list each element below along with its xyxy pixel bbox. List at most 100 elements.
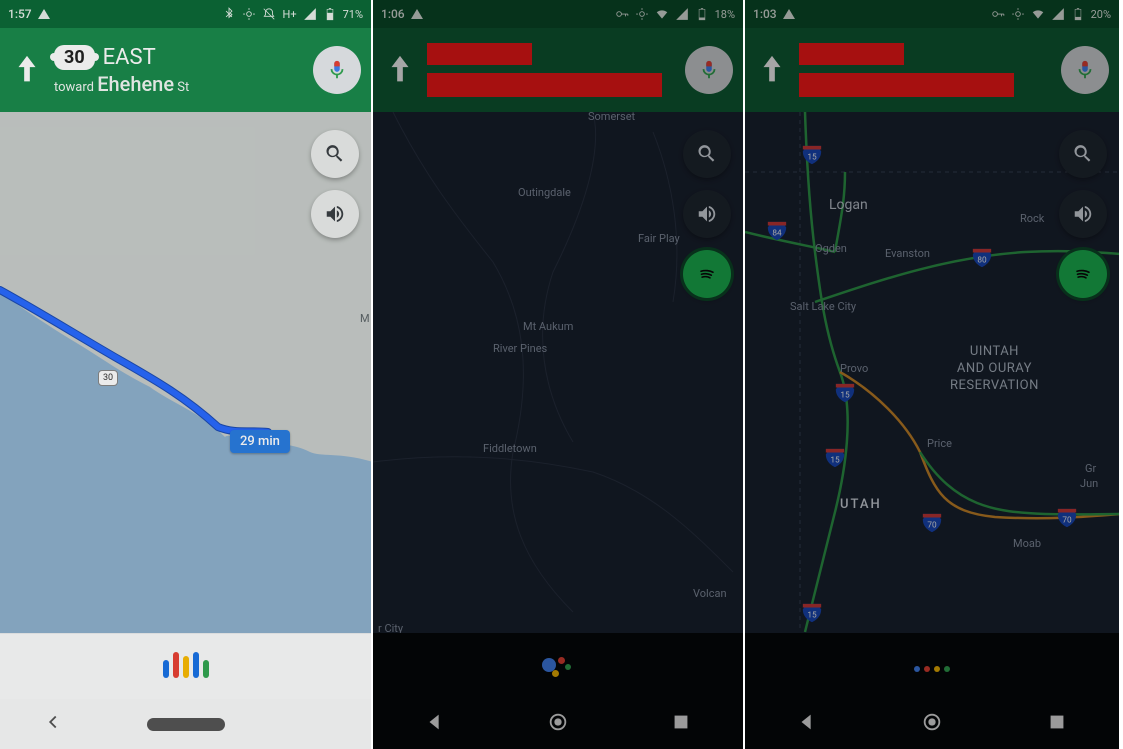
search-icon xyxy=(696,143,718,165)
system-nav-bar xyxy=(745,699,1119,749)
spotify-button[interactable] xyxy=(683,250,731,298)
status-time: 1:57 xyxy=(8,7,32,21)
home-button[interactable] xyxy=(921,711,943,737)
screenshot-1: 1:57 H+ 71% 30 EAST toward Ehehene St xyxy=(0,0,373,749)
map-label: Jun xyxy=(1080,477,1098,490)
signal-icon xyxy=(675,7,689,21)
map-label: Logan xyxy=(829,197,868,213)
map-label: Price xyxy=(927,437,952,450)
system-nav-bar xyxy=(373,699,743,749)
map-label: Salt Lake City xyxy=(790,300,856,313)
bluetooth-icon xyxy=(222,7,236,21)
search-icon xyxy=(324,143,346,165)
sound-icon xyxy=(696,203,718,225)
svg-text:15: 15 xyxy=(830,456,840,466)
svg-text:70: 70 xyxy=(1062,516,1072,526)
interstate-shield: 15 xyxy=(823,447,847,469)
voice-button[interactable] xyxy=(685,46,733,94)
sound-button[interactable] xyxy=(1059,190,1107,238)
toward-suffix: St xyxy=(177,80,189,95)
status-time: 1:06 xyxy=(381,7,405,21)
system-nav-bar xyxy=(0,699,371,749)
status-time: 1:03 xyxy=(753,7,777,21)
nav-indicator-icon xyxy=(783,9,795,19)
back-button[interactable] xyxy=(42,711,64,737)
battery-icon xyxy=(323,7,337,21)
interstate-shield: 70 xyxy=(920,512,944,534)
map-label: Ogden xyxy=(815,242,847,255)
redaction-box xyxy=(427,43,532,65)
direction-text: 30 EAST toward Ehehene St xyxy=(54,45,313,96)
sound-icon xyxy=(1072,203,1094,225)
sound-button[interactable] xyxy=(683,190,731,238)
map-label: Provo xyxy=(840,362,868,375)
toward-street: Ehehene xyxy=(97,72,174,96)
home-button[interactable] xyxy=(547,711,569,737)
sound-icon xyxy=(324,203,346,225)
svg-text:84: 84 xyxy=(772,229,782,239)
map-label: Outingdale xyxy=(518,186,571,199)
assistant-bar[interactable] xyxy=(0,633,371,699)
interstate-shield: 15 xyxy=(800,144,824,166)
spotify-button[interactable] xyxy=(1059,250,1107,298)
redaction-box xyxy=(427,73,662,97)
assistant-bar[interactable] xyxy=(745,633,1119,699)
interstate-shield: 80 xyxy=(970,247,994,269)
status-bar: 1:06 18% xyxy=(373,0,743,28)
mic-icon xyxy=(1074,59,1096,81)
search-button[interactable] xyxy=(683,130,731,178)
map-label: M xyxy=(360,312,370,325)
signal-icon xyxy=(303,7,317,21)
route-shield: 30 xyxy=(54,45,95,70)
wifi-icon xyxy=(655,7,669,21)
location-icon xyxy=(242,7,256,21)
redaction-box xyxy=(799,43,904,65)
mic-icon xyxy=(326,59,348,81)
sound-button[interactable] xyxy=(311,190,359,238)
search-button[interactable] xyxy=(1059,130,1107,178)
search-icon xyxy=(1072,143,1094,165)
status-bar: 1:03 20% xyxy=(745,0,1119,28)
battery-percent: 18% xyxy=(715,8,735,21)
interstate-shield: 15 xyxy=(833,382,857,404)
status-icons: 18% xyxy=(615,7,735,21)
recents-button[interactable] xyxy=(670,711,692,737)
direction-label: EAST xyxy=(103,45,156,70)
navigation-header[interactable] xyxy=(745,28,1119,112)
search-button[interactable] xyxy=(311,130,359,178)
navigation-header[interactable]: 30 EAST toward Ehehene St xyxy=(0,28,371,112)
status-icons: 20% xyxy=(991,7,1111,21)
battery-percent: 71% xyxy=(343,8,363,21)
battery-icon xyxy=(695,7,709,21)
assistant-dots-icon xyxy=(538,654,578,678)
redaction-box xyxy=(799,73,1014,97)
route-shield-marker: 30 xyxy=(98,370,118,386)
spotify-icon xyxy=(696,263,718,285)
recents-button[interactable] xyxy=(1046,711,1068,737)
battery-icon xyxy=(1071,7,1085,21)
region-label: UINTAH AND OURAY RESERVATION xyxy=(950,344,1039,395)
svg-text:15: 15 xyxy=(807,611,817,621)
voice-button[interactable] xyxy=(313,46,361,94)
assistant-bar[interactable] xyxy=(373,633,743,699)
direction-text-redacted xyxy=(799,43,1061,97)
map-label: Evanston xyxy=(885,247,930,260)
location-icon xyxy=(635,7,649,21)
back-button[interactable] xyxy=(424,711,446,737)
interstate-shield: 70 xyxy=(1055,507,1079,529)
direction-text-redacted xyxy=(427,43,685,97)
direction-arrow-icon xyxy=(10,53,44,87)
interstate-shield: 15 xyxy=(800,602,824,624)
vpn-key-icon xyxy=(615,7,629,21)
screenshot-2: 1:06 18% Then Somerset xyxy=(373,0,745,749)
state-label: UTAH xyxy=(840,497,882,512)
map-label: Somerset xyxy=(588,112,635,123)
direction-arrow-icon xyxy=(755,53,789,87)
home-gesture-pill[interactable] xyxy=(147,718,225,731)
back-button[interactable] xyxy=(796,711,818,737)
vpn-key-icon xyxy=(991,7,1005,21)
voice-button[interactable] xyxy=(1061,46,1109,94)
navigation-header[interactable] xyxy=(373,28,743,112)
eta-bubble[interactable]: 29 min xyxy=(230,430,290,453)
wifi-icon xyxy=(1031,7,1045,21)
